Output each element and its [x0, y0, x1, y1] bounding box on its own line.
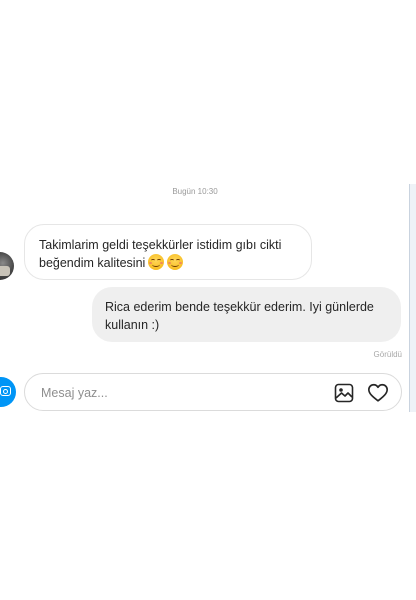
outgoing-message-bubble[interactable]: Rica ederim bende teşekkür ederim. Iyi g…	[92, 287, 401, 342]
message-composer	[24, 373, 402, 411]
incoming-message-line-1: Takimlarim geldi teşekkürler istidim gıb…	[39, 238, 282, 252]
smiling-face-icon	[148, 254, 165, 270]
seen-status: Görüldü	[373, 350, 402, 359]
outgoing-message-line-1: Rica ederim bende teşekkür ederim. Iyi g…	[105, 300, 374, 314]
smiling-face-icon	[167, 254, 184, 270]
heart-icon[interactable]	[367, 382, 389, 404]
scrollbar[interactable]	[409, 184, 416, 412]
gallery-icon[interactable]	[334, 383, 354, 403]
message-timestamp: Bugün 10:30	[172, 187, 218, 196]
message-input[interactable]	[41, 384, 321, 402]
incoming-message-line-2: beğendim kalitesini	[39, 254, 297, 272]
incoming-message-bubble[interactable]: Takimlarim geldi teşekkürler istidim gıb…	[24, 224, 312, 280]
avatar-image	[0, 266, 10, 276]
incoming-message-line-2-text: beğendim kalitesini	[39, 256, 146, 270]
outgoing-message-line-2: kullanın :)	[105, 318, 160, 332]
